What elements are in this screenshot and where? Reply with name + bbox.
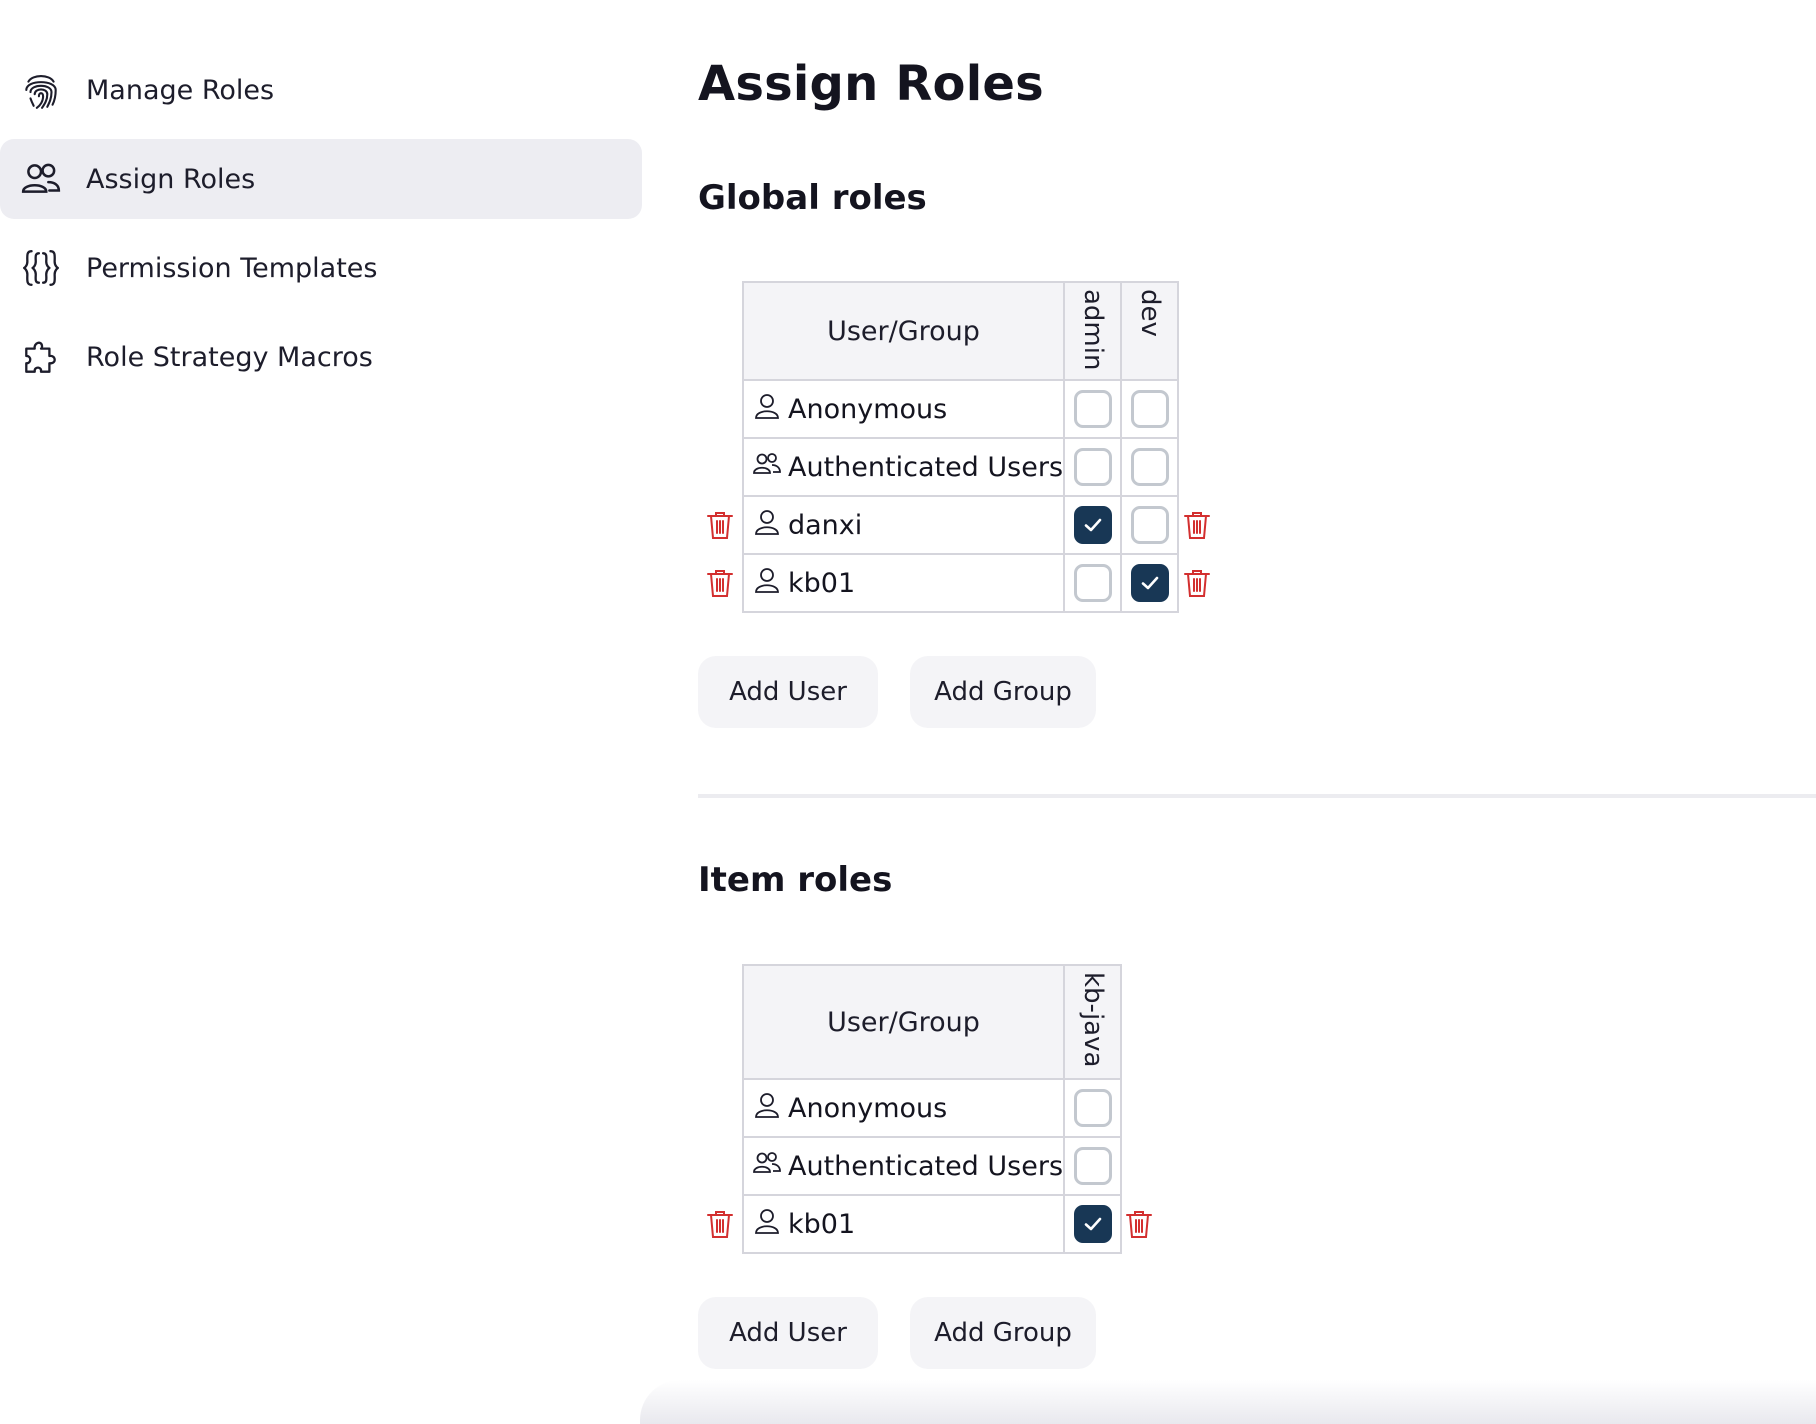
check-icon [1084,518,1101,532]
table-row: kb01 [741,553,1180,613]
delete-row-left-kb01-icon[interactable] [705,1208,735,1240]
fingerprint-icon [20,69,62,111]
delete-row-right-kb01-icon[interactable] [1182,567,1212,599]
row-name: kb01 [788,567,856,599]
user-icon [752,391,788,428]
user-group-header: User/Group [741,281,1066,381]
item-add-user-button[interactable]: Add User [698,1297,878,1369]
item-roles-table: User/Group kb-java Anonymous Authenticat… [741,964,1123,1254]
checkbox-danxi-admin[interactable] [1073,506,1112,544]
checkbox-anonymous-admin[interactable] [1073,390,1112,428]
puzzle-icon [20,336,62,378]
role-header-admin: admin [1063,281,1123,381]
sidebar-item-label: Manage Roles [86,74,275,106]
sidebar-item-assign-roles[interactable]: Assign Roles [0,139,642,219]
row-name: Anonymous [788,393,948,425]
bottom-bar-shadow [640,1380,1816,1424]
table-row: kb01 [741,1194,1123,1254]
row-name: Anonymous [788,1092,948,1124]
row-name: Authenticated Users [788,1150,1064,1182]
sidebar-item-manage-roles[interactable]: Manage Roles [0,50,642,130]
row-name: kb01 [788,1208,856,1240]
global-add-user-button[interactable]: Add User [698,656,878,728]
checkbox-anonymous-dev[interactable] [1130,390,1169,428]
user-icon [752,565,788,602]
delete-row-left-kb01-icon[interactable] [705,567,735,599]
global-roles-table: User/Group admin dev Anonymous Authentic… [741,281,1180,613]
user-group-header: User/Group [741,964,1066,1080]
checkbox-authenticated-dev[interactable] [1130,448,1169,486]
role-header-kb-java: kb-java [1063,964,1123,1080]
check-icon [1084,1217,1101,1231]
check-icon [1141,576,1158,590]
table-row: Anonymous [741,379,1180,439]
page-title: Assign Roles [698,56,1044,112]
group-icon [752,449,788,486]
row-name: Authenticated Users [788,451,1064,483]
user-icon [752,1206,788,1243]
sidebar-item-label: Permission Templates [86,252,378,284]
checkbox-authenticated-kb-java[interactable] [1073,1147,1112,1185]
table-row: Authenticated Users [741,1136,1123,1196]
sidebar-item-permission-templates[interactable]: Permission Templates [0,228,642,308]
global-roles-title: Global roles [698,178,927,218]
user-icon [752,1090,788,1127]
section-divider [698,794,1816,798]
item-add-group-button[interactable]: Add Group [910,1297,1096,1369]
checkbox-kb01-kb-java[interactable] [1073,1205,1112,1243]
delete-row-right-danxi-icon[interactable] [1182,509,1212,541]
sidebar-item-label: Assign Roles [86,163,256,195]
checkbox-kb01-admin[interactable] [1073,564,1112,602]
sidebar: Manage Roles Assign Roles Permission Tem… [0,50,642,406]
role-header-dev: dev [1120,281,1180,381]
table-row: Authenticated Users [741,437,1180,497]
braces-icon [20,247,62,289]
user-icon [752,507,788,544]
checkbox-danxi-dev[interactable] [1130,506,1169,544]
sidebar-item-label: Role Strategy Macros [86,341,373,373]
checkbox-authenticated-admin[interactable] [1073,448,1112,486]
item-roles-title: Item roles [698,860,893,900]
group-icon [752,1148,788,1185]
row-name: danxi [788,509,863,541]
table-row: Anonymous [741,1078,1123,1138]
delete-row-left-danxi-icon[interactable] [705,509,735,541]
delete-row-right-kb01-icon[interactable] [1124,1208,1154,1240]
global-add-group-button[interactable]: Add Group [910,656,1096,728]
table-row: danxi [741,495,1180,555]
sidebar-item-role-strategy-macros[interactable]: Role Strategy Macros [0,317,642,397]
users-icon [20,158,62,200]
checkbox-kb01-dev[interactable] [1130,564,1169,602]
checkbox-anonymous-kb-java[interactable] [1073,1089,1112,1127]
